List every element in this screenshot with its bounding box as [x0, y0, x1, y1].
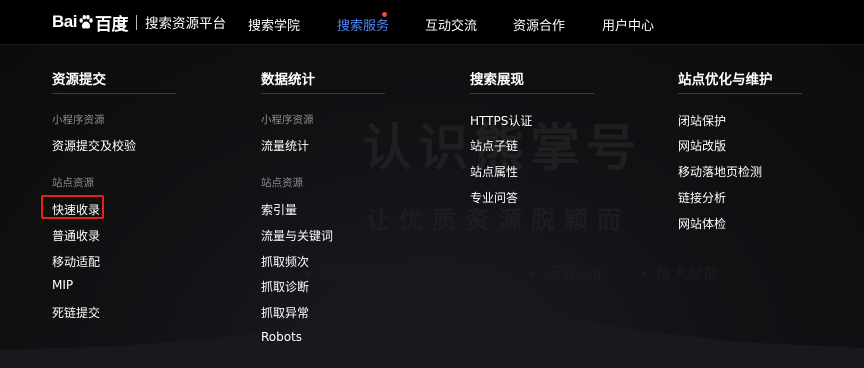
- column-divider: [470, 93, 594, 94]
- nav-search-academy[interactable]: 搜索学院: [248, 15, 300, 34]
- logo-divider: [135, 14, 137, 30]
- menu-link-https-cert[interactable]: HTTPS认证: [470, 112, 532, 129]
- menu-link-resource-submit-verify[interactable]: 资源提交及校验: [52, 137, 136, 154]
- menu-link-mip[interactable]: MIP: [52, 278, 73, 292]
- banner-feature: 品牌赋能: [304, 260, 385, 284]
- menu-link-mobile-adapt[interactable]: 移动适配: [52, 253, 100, 270]
- menu-link-site-checkup[interactable]: 网站体检: [678, 215, 726, 232]
- menu-link-site-close-protect[interactable]: 闭站保护: [678, 112, 726, 129]
- banner-feature: 运营赋能: [527, 260, 608, 284]
- menu-column-resource-submit: 资源提交 小程序资源 资源提交及校验 站点资源 快速收录 普通收录 移动适配 M…: [52, 68, 178, 320]
- menu-link-sitelinks[interactable]: 站点子链: [470, 137, 518, 154]
- menu-link-crawl-errors[interactable]: 抓取异常: [261, 304, 309, 321]
- paw-icon: [79, 15, 93, 29]
- menu-column-data-stats: 数据统计 小程序资源 流量统计 站点资源 索引量 流量与关键词 抓取频次 抓取诊…: [261, 68, 387, 344]
- menu-link-index-volume[interactable]: 索引量: [261, 201, 297, 218]
- group-label-miniprogram: 小程序资源: [261, 114, 314, 126]
- column-title: 搜索展现: [470, 72, 524, 88]
- menu-link-normal-index[interactable]: 普通收录: [52, 227, 100, 244]
- menu-link-site-revamp[interactable]: 网站改版: [678, 137, 726, 154]
- highlight-box: [41, 195, 104, 219]
- column-title: 站点优化与维护: [678, 72, 773, 88]
- column-divider: [261, 93, 385, 94]
- menu-link-crawl-diagnosis[interactable]: 抓取诊断: [261, 278, 309, 295]
- menu-link-crawl-frequency[interactable]: 抓取频次: [261, 253, 309, 270]
- menu-link-pro-qa[interactable]: 专业问答: [470, 189, 518, 206]
- banner-feature: 流量赋能: [415, 260, 497, 284]
- baidu-logo[interactable]: Bai 百度 搜索资源平台: [52, 12, 226, 34]
- group-label-miniprogram: 小程序资源: [52, 114, 105, 126]
- group-label-site: 站点资源: [261, 177, 303, 189]
- nav-search-services[interactable]: 搜索服务: [337, 15, 389, 34]
- menu-link-deadlink-submit[interactable]: 死链提交: [52, 304, 100, 321]
- mountain-silhouette: [0, 300, 864, 368]
- logo-text-bai: Bai: [52, 12, 77, 31]
- group-label-site: 站点资源: [52, 177, 94, 189]
- menu-link-link-analysis[interactable]: 链接分析: [678, 189, 726, 206]
- menu-link-robots[interactable]: Robots: [261, 330, 302, 344]
- column-title: 资源提交: [52, 72, 106, 88]
- banner-feature: 技术赋能: [638, 260, 720, 284]
- column-title: 数据统计: [261, 72, 315, 88]
- menu-link-traffic-stats[interactable]: 流量统计: [261, 137, 309, 154]
- menu-link-mobile-landing-check[interactable]: 移动落地页检测: [678, 163, 762, 180]
- column-divider: [678, 93, 802, 94]
- nav-interaction[interactable]: 互动交流: [425, 15, 477, 34]
- menu-column-site-optimization: 站点优化与维护 闭站保护 网站改版 移动落地页检测 链接分析 网站体检: [678, 68, 804, 231]
- menu-column-search-display: 搜索展现 HTTPS认证 站点子链 站点属性 专业问答: [470, 68, 596, 205]
- column-divider: [52, 93, 176, 94]
- notification-dot: [382, 12, 387, 17]
- nav-user-center[interactable]: 用户中心: [602, 15, 654, 34]
- logo-text-baidu: 百度: [94, 14, 129, 34]
- menu-link-traffic-keywords[interactable]: 流量与关键词: [261, 227, 333, 244]
- banner-features: 品牌赋能 流量赋能 运营赋能 技术赋能: [304, 260, 720, 284]
- top-nav-bar: Bai 百度 搜索资源平台 搜索学院 搜索服务 互动交流 资源合作 用户中心: [0, 0, 864, 45]
- platform-name: 搜索资源平台: [144, 16, 226, 32]
- menu-link-site-attributes[interactable]: 站点属性: [470, 163, 518, 180]
- nav-resource-cooperation[interactable]: 资源合作: [513, 15, 565, 34]
